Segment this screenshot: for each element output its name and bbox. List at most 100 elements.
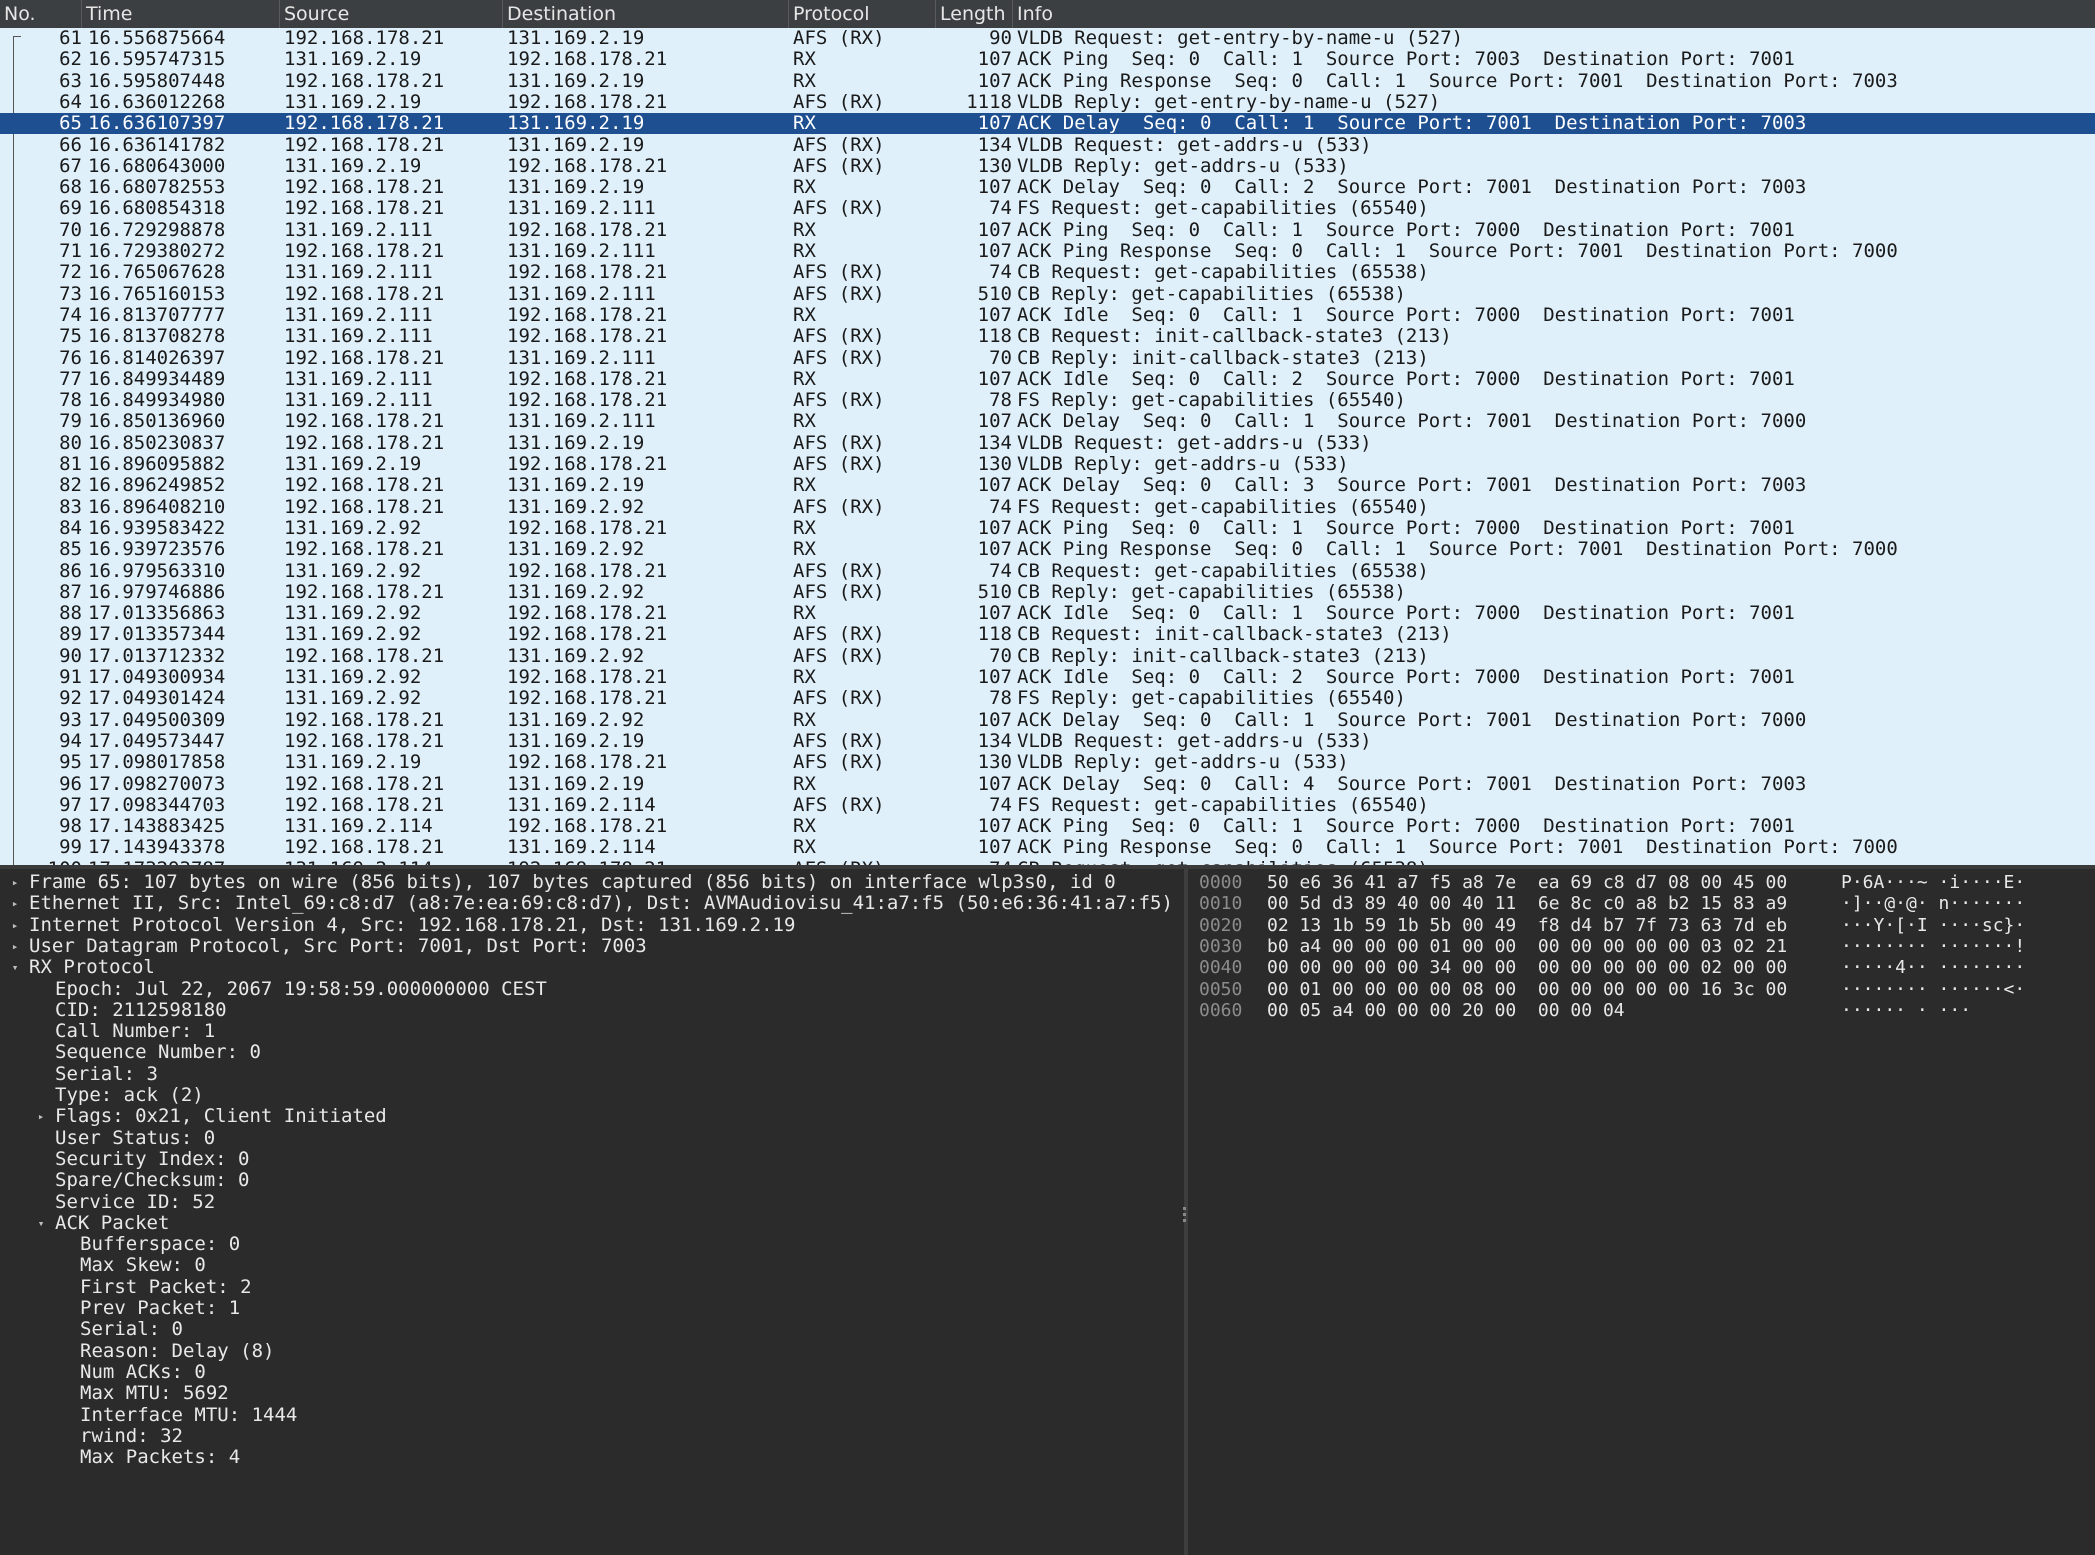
column-header-info[interactable]: Info <box>1013 0 2095 28</box>
collapsed-arrow-icon[interactable]: ▸ <box>9 915 21 936</box>
packet-row[interactable]: 88 17.013356863 131.169.2.92 192.168.178.21… <box>0 602 2095 625</box>
packet-time: 16.636107397 <box>88 112 226 135</box>
packet-row[interactable]: 61 16.556875664 192.168.178.21 131.169.2.19… <box>0 28 2095 49</box>
packet-row[interactable]: 68 16.680782553 192.168.178.21 131.169.2.19… <box>0 176 2095 198</box>
detail-tree-item[interactable]: RX Protocol <box>29 956 155 978</box>
packet-length: 107 <box>977 367 1012 390</box>
hex-row[interactable]: 0040 00 00 00 00 00 34 00 00 00 00 00 00 … <box>1188 957 2095 978</box>
detail-tree-item[interactable]: Reason: Delay (8) <box>80 1340 274 1362</box>
packet-row[interactable]: 62 16.595747315 131.169.2.19 192.168.178.21… <box>0 48 2095 70</box>
hex-row[interactable]: 0010 00 5d d3 89 40 00 40 11 6e 8c c0 a8 … <box>1188 893 2095 914</box>
hex-row[interactable]: 0060 00 05 a4 00 00 00 20 00 00 00 04 ····… <box>1188 1000 2095 1021</box>
hex-row[interactable]: 0020 02 13 1b 59 1b 5b 00 49 f8 d4 b7 7f … <box>1188 915 2095 936</box>
detail-tree-item[interactable]: Call Number: 1 <box>55 1020 215 1042</box>
packet-row[interactable]: 67 16.680643000 131.169.2.19 192.168.178.21… <box>0 155 2095 177</box>
column-header-no[interactable]: No. <box>0 0 82 28</box>
detail-tree-item[interactable]: Type: ack (2) <box>55 1084 204 1106</box>
detail-tree-item[interactable]: CID: 2112598180 <box>55 999 227 1021</box>
packet-row[interactable]: 73 16.765160153 192.168.178.21 131.169.2.11… <box>0 283 2095 305</box>
packet-row[interactable]: 91 17.049300934 131.169.2.92 192.168.178.21… <box>0 666 2095 688</box>
detail-tree-item[interactable]: Sequence Number: 0 <box>55 1042 261 1064</box>
detail-tree-item[interactable]: Flags: 0x21, Client Initiated <box>55 1105 387 1127</box>
collapsed-arrow-icon[interactable]: ▸ <box>35 1106 47 1127</box>
packet-details-pane[interactable]: ▸ Frame 65: 107 bytes on wire (856 bits),… <box>0 869 1184 1555</box>
packet-row[interactable]: 85 16.939723576 192.168.178.21 131.169.2.92… <box>0 538 2095 560</box>
detail-tree-item[interactable]: Spare/Checksum: 0 <box>55 1169 249 1191</box>
packet-row[interactable]: 75 16.813708278 131.169.2.111 192.168.178.2… <box>0 325 2095 347</box>
packet-row[interactable]: 84 16.939583422 131.169.2.92 192.168.178.21… <box>0 517 2095 539</box>
detail-tree-item[interactable]: Epoch: Jul 22, 2067 19:58:59.000000000 C… <box>55 978 547 1000</box>
detail-tree-item[interactable]: Max MTU: 5692 <box>80 1382 229 1404</box>
column-header-source[interactable]: Source <box>280 0 503 28</box>
detail-tree-item[interactable]: Max Packets: 4 <box>80 1446 240 1468</box>
collapsed-arrow-icon[interactable]: ▸ <box>9 872 21 893</box>
detail-tree-item[interactable]: Prev Packet: 1 <box>80 1297 240 1319</box>
packet-row[interactable]: 72 16.765067628 131.169.2.111 192.168.178.2… <box>0 261 2095 283</box>
collapsed-arrow-icon[interactable]: ▸ <box>9 936 21 957</box>
column-header-protocol[interactable]: Protocol <box>789 0 936 28</box>
packet-row[interactable]: 78 16.849934980 131.169.2.111 192.168.178.2… <box>0 389 2095 411</box>
packet-row[interactable]: 69 16.680854318 192.168.178.21 131.169.2.11… <box>0 198 2095 220</box>
packet-row[interactable]: 71 16.729380272 192.168.178.21 131.169.2.11… <box>0 240 2095 262</box>
detail-tree-item[interactable]: Max Skew: 0 <box>80 1255 206 1277</box>
packet-source: 192.168.178.21 <box>284 793 445 816</box>
packet-row[interactable]: 86 16.979563310 131.169.2.92 192.168.178.21… <box>0 560 2095 582</box>
packet-protocol: AFS (RX) <box>793 623 885 646</box>
packet-row[interactable]: 99 17.143943378 192.168.178.21 131.169.2.11… <box>0 836 2095 859</box>
packet-row[interactable]: 83 16.896408210 192.168.178.21 131.169.2.92… <box>0 496 2095 518</box>
packet-row[interactable]: 81 16.896095882 131.169.2.19 192.168.178.21… <box>0 453 2095 475</box>
packet-row[interactable]: 90 17.013712332 192.168.178.21 131.169.2.92… <box>0 645 2095 667</box>
packet-row[interactable]: 66 16.636141782 192.168.178.21 131.169.2.19… <box>0 134 2095 156</box>
detail-tree-item[interactable]: Security Index: 0 <box>55 1148 249 1170</box>
packet-row[interactable]: 98 17.143883425 131.169.2.114 192.168.178.2… <box>0 815 2095 837</box>
packet-row-selected[interactable]: 65 16.636107397 192.168.178.21 131.169.2.19… <box>0 112 2095 135</box>
detail-tree-item[interactable]: Interface MTU: 1444 <box>80 1404 297 1426</box>
detail-tree-item[interactable]: User Datagram Protocol, Src Port: 7001, … <box>29 935 647 957</box>
detail-tree-item[interactable]: Bufferspace: 0 <box>80 1233 240 1255</box>
packet-destination: 192.168.178.21 <box>507 602 668 625</box>
packet-row[interactable]: 87 16.979746886 192.168.178.21 131.169.2.92… <box>0 581 2095 603</box>
detail-tree-item[interactable]: ACK Packet <box>55 1212 169 1234</box>
hex-row[interactable]: 0050 00 01 00 00 00 00 08 00 00 00 00 00 … <box>1188 979 2095 1000</box>
packet-row[interactable]: 74 16.813707777 131.169.2.111 192.168.178.2… <box>0 304 2095 326</box>
packet-row[interactable]: 89 17.013357344 131.169.2.92 192.168.178.21… <box>0 623 2095 646</box>
packet-bytes-pane[interactable]: 0000 50 e6 36 41 a7 f5 a8 7e ea 69 c8 d7 … <box>1188 869 2095 1555</box>
detail-tree-item[interactable]: User Status: 0 <box>55 1127 215 1149</box>
detail-tree-item[interactable]: rwind: 32 <box>80 1425 183 1447</box>
packet-row[interactable]: 64 16.636012268 131.169.2.19 192.168.178.21… <box>0 91 2095 113</box>
hex-row[interactable]: 0000 50 e6 36 41 a7 f5 a8 7e ea 69 c8 d7 … <box>1188 872 2095 893</box>
packet-row[interactable]: 80 16.850230837 192.168.178.21 131.169.2.19… <box>0 432 2095 454</box>
packet-row[interactable]: 93 17.049500309 192.168.178.21 131.169.2.92… <box>0 709 2095 731</box>
packet-row[interactable]: 94 17.049573447 192.168.178.21 131.169.2.19… <box>0 730 2095 752</box>
packet-row[interactable]: 92 17.049301424 131.169.2.92 192.168.178.21… <box>0 687 2095 709</box>
packet-row[interactable]: 97 17.098344703 192.168.178.21 131.169.2.11… <box>0 793 2095 816</box>
detail-tree-item[interactable]: Frame 65: 107 bytes on wire (856 bits), … <box>29 871 1116 893</box>
packet-row[interactable]: 70 16.729298878 131.169.2.111 192.168.178.2… <box>0 219 2095 241</box>
collapsed-arrow-icon[interactable]: ▸ <box>9 893 21 914</box>
packet-info: CB Request: init-callback-state3 (213) <box>1017 623 1452 646</box>
packet-row[interactable]: 77 16.849934489 131.169.2.111 192.168.178.2… <box>0 367 2095 390</box>
column-header-destination[interactable]: Destination <box>503 0 789 28</box>
packet-row[interactable]: 95 17.098017858 131.169.2.19 192.168.178.21… <box>0 751 2095 773</box>
packet-row[interactable]: 96 17.098270073 192.168.178.21 131.169.2.19… <box>0 773 2095 795</box>
expanded-arrow-icon[interactable]: ▾ <box>35 1213 47 1234</box>
column-header-time[interactable]: Time <box>82 0 280 28</box>
detail-tree-item[interactable]: Internet Protocol Version 4, Src: 192.16… <box>29 914 795 936</box>
packet-info: ACK Delay Seq: 0 Call: 3 Source Port: 70… <box>1017 474 1807 497</box>
detail-tree-item[interactable]: Ethernet II, Src: Intel_69:c8:d7 (a8:7e:… <box>29 892 1173 914</box>
expanded-arrow-icon[interactable]: ▾ <box>9 957 21 978</box>
packet-list[interactable]: 61 16.556875664 192.168.178.21 131.169.2.19… <box>0 28 2095 865</box>
packet-row[interactable]: 79 16.850136960 192.168.178.21 131.169.2.11… <box>0 411 2095 433</box>
detail-tree-item[interactable]: Num ACKs: 0 <box>80 1361 206 1383</box>
packet-row[interactable]: 82 16.896249852 192.168.178.21 131.169.2.19… <box>0 474 2095 497</box>
detail-tree-item[interactable]: First Packet: 2 <box>80 1276 252 1298</box>
detail-tree-item[interactable]: Serial: 0 <box>80 1318 183 1340</box>
column-header-length[interactable]: Length <box>936 0 1013 28</box>
packet-destination: 192.168.178.21 <box>507 367 668 390</box>
detail-tree-item[interactable]: Service ID: 52 <box>55 1191 215 1213</box>
packet-row[interactable]: 63 16.595807448 192.168.178.21 131.169.2.19… <box>0 70 2095 92</box>
hex-row[interactable]: 0030 b0 a4 00 00 00 01 00 00 00 00 00 00 … <box>1188 936 2095 957</box>
detail-tree-item[interactable]: Serial: 3 <box>55 1063 158 1085</box>
packet-row[interactable]: 76 16.814026397 192.168.178.21 131.169.2.11… <box>0 347 2095 369</box>
packet-protocol: RX <box>793 836 816 859</box>
